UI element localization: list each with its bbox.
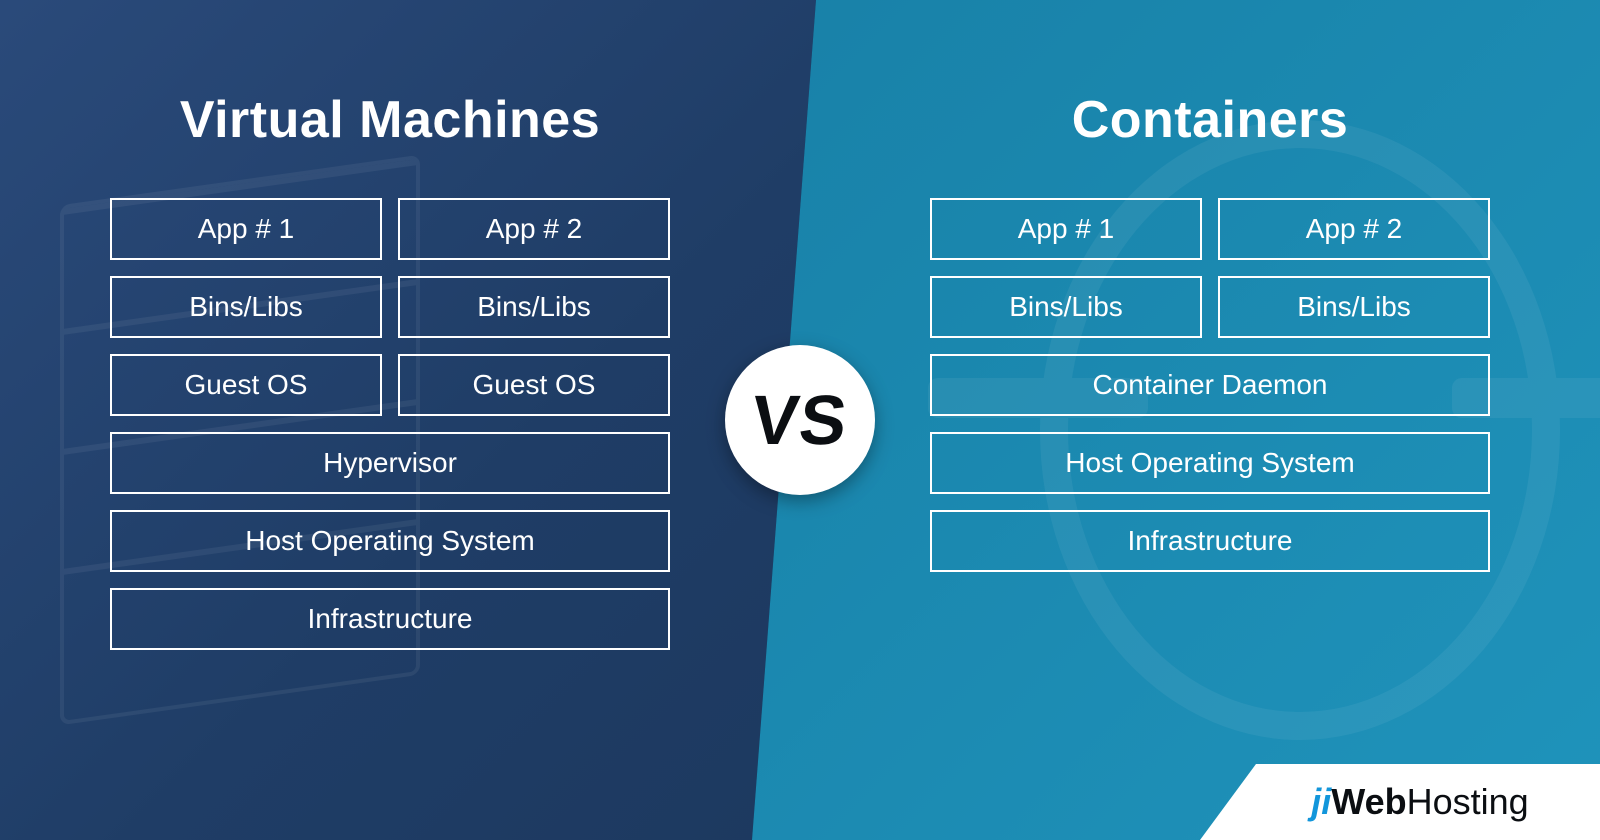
vm-guestos-2: Guest OS — [398, 354, 670, 416]
ct-host-os: Host Operating System — [930, 432, 1490, 494]
vm-title: Virtual Machines — [180, 90, 600, 150]
ct-infrastructure: Infrastructure — [930, 510, 1490, 572]
ct-row-apps: App # 1 App # 2 — [930, 198, 1490, 260]
vm-host-os: Host Operating System — [110, 510, 670, 572]
vm-column: Virtual Machines App # 1 App # 2 Bins/Li… — [110, 90, 670, 650]
vm-row-apps: App # 1 App # 2 — [110, 198, 670, 260]
ct-container-daemon: Container Daemon — [930, 354, 1490, 416]
containers-stack: App # 1 App # 2 Bins/Libs Bins/Libs Cont… — [930, 198, 1490, 572]
brand-mid: Web — [1331, 781, 1406, 822]
vm-app-1: App # 1 — [110, 198, 382, 260]
containers-title: Containers — [1072, 90, 1349, 150]
vm-bins-2: Bins/Libs — [398, 276, 670, 338]
brand-prefix: ji — [1311, 781, 1331, 822]
ct-app-1: App # 1 — [930, 198, 1202, 260]
ct-app-2: App # 2 — [1218, 198, 1490, 260]
containers-column: Containers App # 1 App # 2 Bins/Libs Bin… — [930, 90, 1490, 572]
vm-row-guestos: Guest OS Guest OS — [110, 354, 670, 416]
vm-app-2: App # 2 — [398, 198, 670, 260]
vm-infrastructure: Infrastructure — [110, 588, 670, 650]
vm-stack: App # 1 App # 2 Bins/Libs Bins/Libs Gues… — [110, 198, 670, 650]
ct-bins-1: Bins/Libs — [930, 276, 1202, 338]
vm-guestos-1: Guest OS — [110, 354, 382, 416]
brand-suffix: Hosting — [1407, 781, 1529, 822]
vm-row-bins: Bins/Libs Bins/Libs — [110, 276, 670, 338]
vm-hypervisor: Hypervisor — [110, 432, 670, 494]
vs-label: VS — [748, 380, 852, 460]
brand-corner: jiWebHosting — [1200, 764, 1600, 840]
brand-logo: jiWebHosting — [1311, 781, 1528, 823]
vm-bins-1: Bins/Libs — [110, 276, 382, 338]
ct-bins-2: Bins/Libs — [1218, 276, 1490, 338]
comparison-diagram: Virtual Machines App # 1 App # 2 Bins/Li… — [0, 0, 1600, 840]
vs-badge: VS — [725, 345, 875, 495]
ct-row-bins: Bins/Libs Bins/Libs — [930, 276, 1490, 338]
